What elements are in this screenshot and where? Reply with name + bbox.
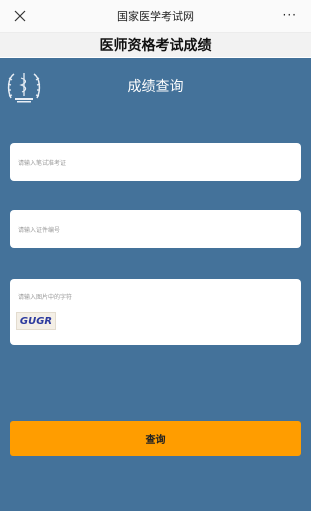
query-submit-button[interactable]: 查询 xyxy=(10,421,301,456)
top-bar: 国家医学考试网 ··· xyxy=(0,0,311,33)
captcha-image[interactable]: GUGR xyxy=(16,312,56,330)
page-heading: 医师资格考试成绩 xyxy=(0,33,311,57)
exam-id-field xyxy=(10,143,301,181)
id-number-field xyxy=(10,210,301,248)
window-title: 国家医学考试网 xyxy=(117,10,194,23)
query-panel: 成绩查询 GUGR 查询 xyxy=(0,58,311,511)
id-number-input[interactable] xyxy=(16,224,290,236)
more-menu-button[interactable]: ··· xyxy=(283,8,297,22)
exam-id-input[interactable] xyxy=(16,157,290,169)
captcha-input[interactable] xyxy=(16,291,290,303)
close-icon[interactable] xyxy=(10,6,30,26)
captcha-field: GUGR xyxy=(10,279,301,345)
page-title: 成绩查询 xyxy=(127,79,184,95)
